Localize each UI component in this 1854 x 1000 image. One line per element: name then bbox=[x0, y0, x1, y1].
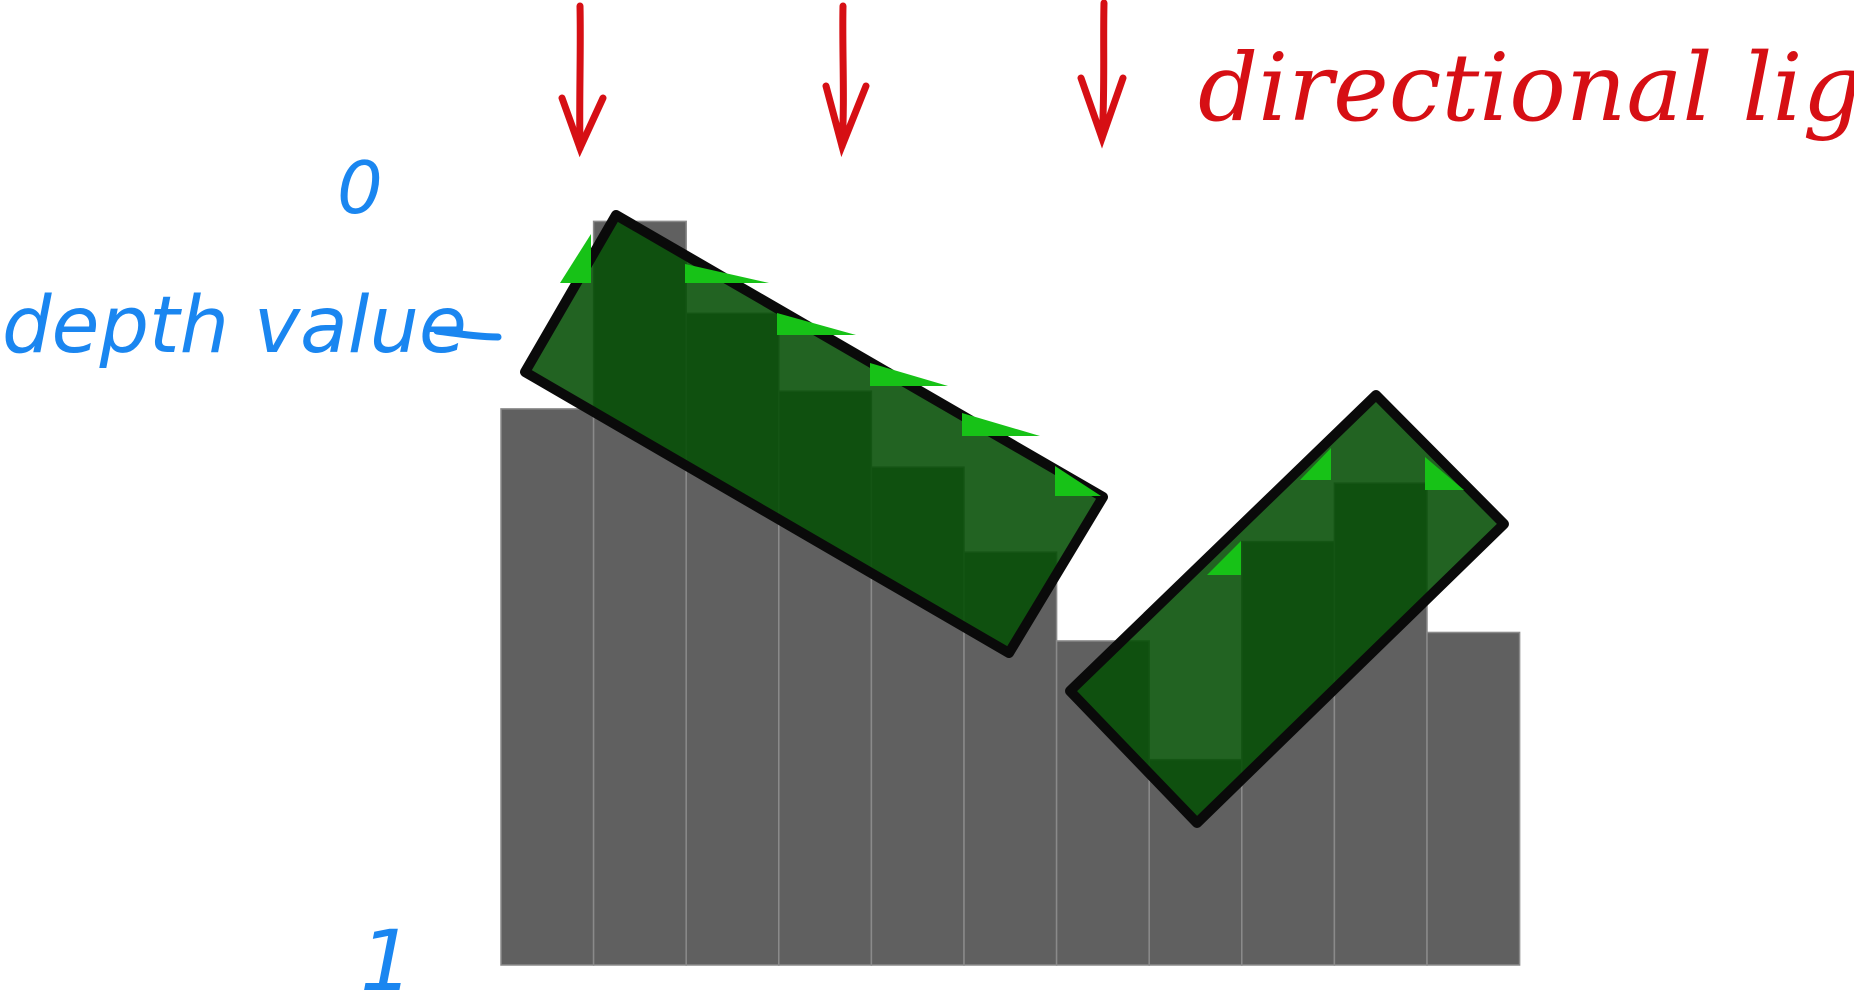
depth-axis-label: depth value bbox=[2, 281, 467, 371]
light-label: directional light bbox=[1198, 34, 1854, 143]
acne-wedge bbox=[560, 234, 591, 283]
light-arrow-2 bbox=[822, 2, 870, 158]
acne-wedge bbox=[685, 264, 769, 283]
light-arrow-3 bbox=[1077, 0, 1127, 149]
depth-max-label: 1 bbox=[360, 912, 413, 1000]
acne-wedge bbox=[870, 363, 948, 386]
depth-texel bbox=[1426, 631, 1521, 966]
acne-wedge bbox=[962, 413, 1040, 436]
light-arrow-1 bbox=[558, 2, 607, 158]
shadow-acne-diagram: directional light 0 depth value 1 bbox=[2, 0, 1854, 1000]
depth-min-label: 0 bbox=[337, 146, 383, 230]
depth-texel bbox=[500, 408, 595, 966]
